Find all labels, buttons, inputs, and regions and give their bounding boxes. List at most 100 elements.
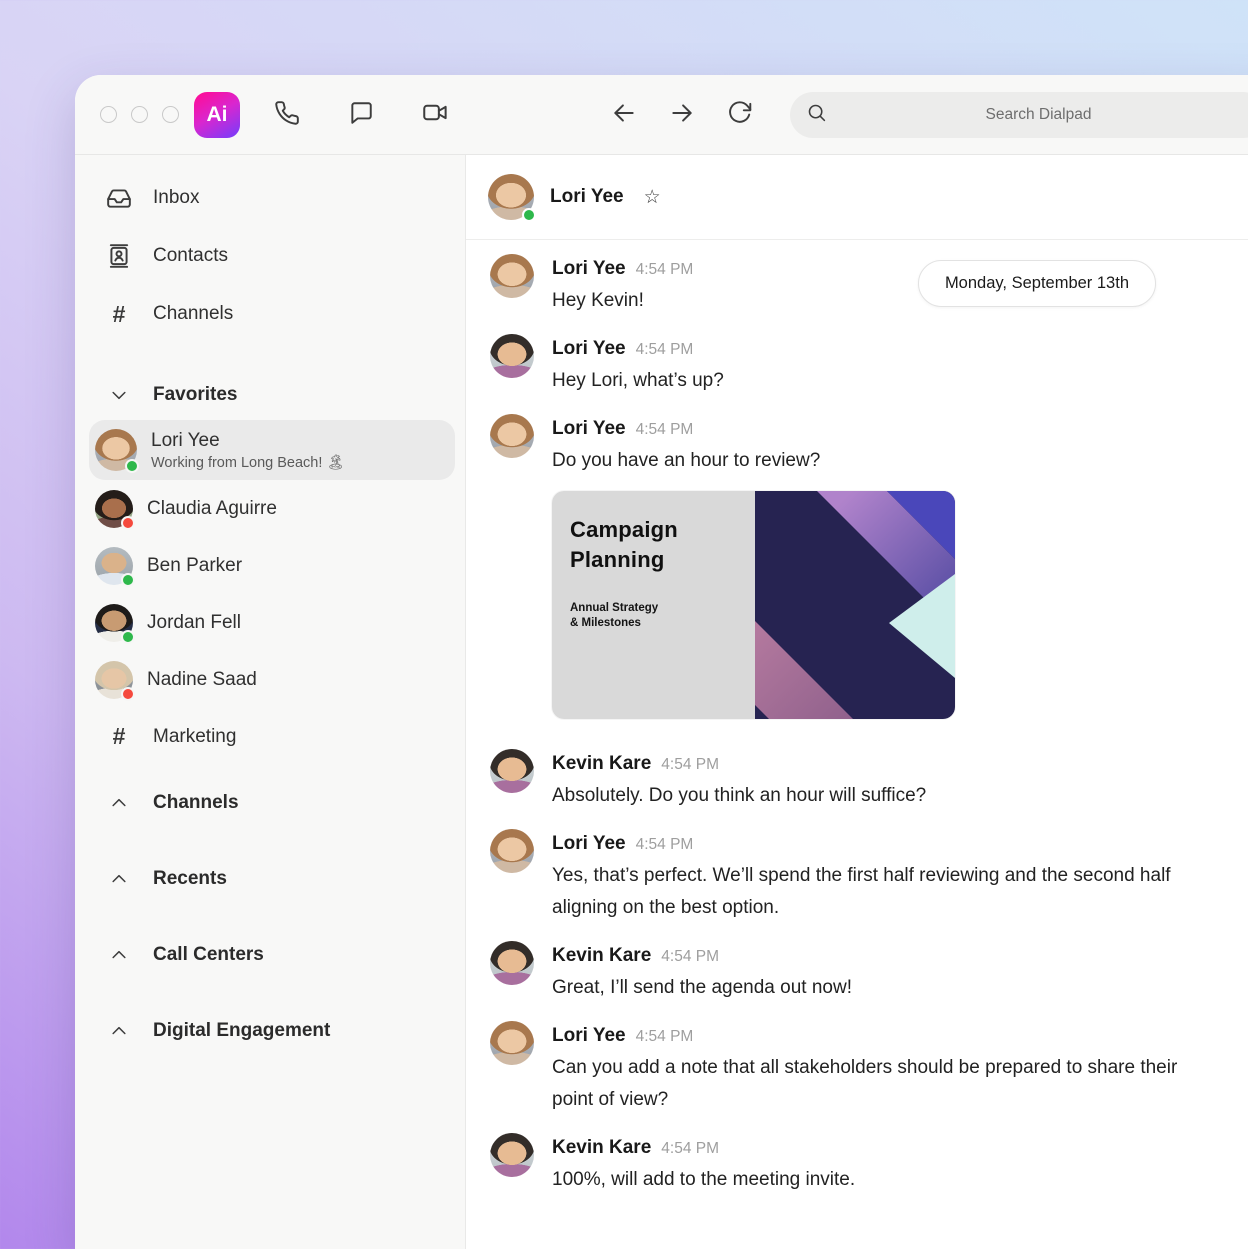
window-control-dot[interactable] xyxy=(162,106,179,123)
video-camera-icon xyxy=(422,99,449,131)
attachment-text-panel: Campaign Planning Annual Strategy & Mile… xyxy=(552,491,755,719)
message-text: Do you have an hour to review? xyxy=(552,445,820,477)
section-digital-engagement[interactable]: Digital Engagement xyxy=(75,993,465,1069)
sidebar-item-label: Contacts xyxy=(153,245,228,267)
message-sender: Lori Yee xyxy=(552,334,626,364)
sidebar-item-label: Inbox xyxy=(153,187,199,209)
message-text: Yes, that’s perfect. We’ll spend the fir… xyxy=(552,860,1187,924)
app-window: Ai xyxy=(75,75,1248,1249)
dialpad-ai-logo[interactable]: Ai xyxy=(194,92,240,138)
message-text: 100%, will add to the meeting invite. xyxy=(552,1164,855,1196)
phone-button[interactable] xyxy=(266,94,308,136)
forward-button[interactable] xyxy=(661,94,703,136)
favorite-name: Lori Yee xyxy=(151,430,345,452)
message-sender: Lori Yee xyxy=(552,414,626,444)
avatar xyxy=(490,749,534,793)
window-control-dot[interactable] xyxy=(100,106,117,123)
sidebar-item-inbox[interactable]: Inbox xyxy=(75,169,465,227)
video-call-button[interactable] xyxy=(414,94,456,136)
section-label: Call Centers xyxy=(153,944,264,966)
message-sender: Kevin Kare xyxy=(552,749,651,779)
favorite-item-jordan-fell[interactable]: Jordan Fell xyxy=(75,594,465,651)
conversation-header: Lori Yee ☆ xyxy=(466,155,1248,240)
section-header-label: Favorites xyxy=(153,384,237,406)
chevron-up-icon xyxy=(105,1021,133,1041)
message-list[interactable]: Monday, September 13th Lori Yee 4:54 PM … xyxy=(466,240,1248,1249)
message: Lori Yee 4:54 PM Yes, that’s perfect. We… xyxy=(490,829,1248,924)
attachment-campaign-planning[interactable]: Campaign Planning Annual Strategy & Mile… xyxy=(552,491,955,719)
avatar xyxy=(95,429,137,471)
favorite-item-claudia-aguirre[interactable]: Claudia Aguirre xyxy=(75,480,465,537)
section-label: Digital Engagement xyxy=(153,1020,330,1042)
refresh-button[interactable] xyxy=(719,94,761,136)
favorite-item-marketing[interactable]: # Marketing xyxy=(75,708,465,765)
conversation-pane: Lori Yee ☆ Monday, September 13th Lori Y… xyxy=(466,155,1248,1249)
avatar xyxy=(488,174,534,220)
message-text: Hey Kevin! xyxy=(552,285,693,317)
message-text: Great, I’ll send the agenda out now! xyxy=(552,972,852,1004)
section-label: Channels xyxy=(153,792,239,814)
section-recents[interactable]: Recents xyxy=(75,841,465,917)
contacts-icon xyxy=(105,243,133,269)
chevron-up-icon xyxy=(105,945,133,965)
sidebar-item-channels[interactable]: # Channels xyxy=(75,285,465,343)
favorite-name: Marketing xyxy=(153,726,236,748)
message: Kevin Kare 4:54 PM Absolutely. Do you th… xyxy=(490,749,1248,812)
presence-busy-dot xyxy=(121,687,135,701)
attachment-artwork xyxy=(755,491,955,719)
avatar xyxy=(95,661,133,699)
search-bar[interactable] xyxy=(790,92,1248,138)
main-area: Inbox Contacts # Channels Favorites xyxy=(75,155,1248,1249)
sidebar-item-label: Channels xyxy=(153,303,233,325)
favorite-item-nadine-saad[interactable]: Nadine Saad xyxy=(75,651,465,708)
message: Lori Yee 4:54 PM Can you add a note that… xyxy=(490,1021,1248,1116)
favorite-item-ben-parker[interactable]: Ben Parker xyxy=(75,537,465,594)
favorite-status: Working from Long Beach! 🏝 xyxy=(151,454,345,471)
arrow-right-icon xyxy=(669,100,695,131)
presence-online-dot xyxy=(121,630,135,644)
messages-button[interactable] xyxy=(340,94,382,136)
attachment-subtitle-line2: & Milestones xyxy=(570,616,741,631)
message-sender: Lori Yee xyxy=(552,1021,626,1051)
message: Kevin Kare 4:54 PM 100%, will add to the… xyxy=(490,1133,1248,1196)
avatar xyxy=(490,334,534,378)
section-channels[interactable]: Channels xyxy=(75,765,465,841)
avatar xyxy=(490,829,534,873)
message-time: 4:54 PM xyxy=(636,1022,694,1052)
search-input[interactable] xyxy=(827,106,1248,124)
attachment-title-line2: Planning xyxy=(570,545,741,575)
logo-text: Ai xyxy=(207,103,228,127)
message-text: Hey Lori, what’s up? xyxy=(552,365,724,397)
window-control-dot[interactable] xyxy=(131,106,148,123)
avatar xyxy=(490,1133,534,1177)
conversation-title: Lori Yee xyxy=(550,186,624,208)
avatar xyxy=(95,604,133,642)
hash-icon: # xyxy=(105,723,133,750)
favorite-name: Ben Parker xyxy=(147,555,242,577)
refresh-icon xyxy=(727,100,753,131)
avatar xyxy=(490,941,534,985)
chevron-up-icon xyxy=(105,793,133,813)
favorites-section-header[interactable]: Favorites xyxy=(75,373,465,417)
message-time: 4:54 PM xyxy=(636,830,694,860)
sidebar-item-contacts[interactable]: Contacts xyxy=(75,227,465,285)
phone-icon xyxy=(274,100,300,131)
favorite-item-lori-yee[interactable]: Lori Yee Working from Long Beach! 🏝 xyxy=(89,420,455,480)
favorite-name: Nadine Saad xyxy=(147,669,257,691)
section-label: Recents xyxy=(153,868,227,890)
message-sender: Kevin Kare xyxy=(552,1133,651,1163)
section-call-centers[interactable]: Call Centers xyxy=(75,917,465,993)
arrow-left-icon xyxy=(611,100,637,131)
message-text: Absolutely. Do you think an hour will su… xyxy=(552,780,926,812)
back-button[interactable] xyxy=(603,94,645,136)
chevron-down-icon xyxy=(105,385,133,405)
window-controls xyxy=(100,106,179,123)
favorite-star-icon[interactable]: ☆ xyxy=(644,186,661,209)
favorite-name: Jordan Fell xyxy=(147,612,241,634)
message: Lori Yee 4:54 PM Hey Lori, what’s up? xyxy=(490,334,1248,397)
favorite-name: Claudia Aguirre xyxy=(147,498,277,520)
attachment-title-line1: Campaign xyxy=(570,515,741,545)
message-time: 4:54 PM xyxy=(661,750,719,780)
inbox-icon xyxy=(105,185,133,211)
message: Kevin Kare 4:54 PM Great, I’ll send the … xyxy=(490,941,1248,1004)
